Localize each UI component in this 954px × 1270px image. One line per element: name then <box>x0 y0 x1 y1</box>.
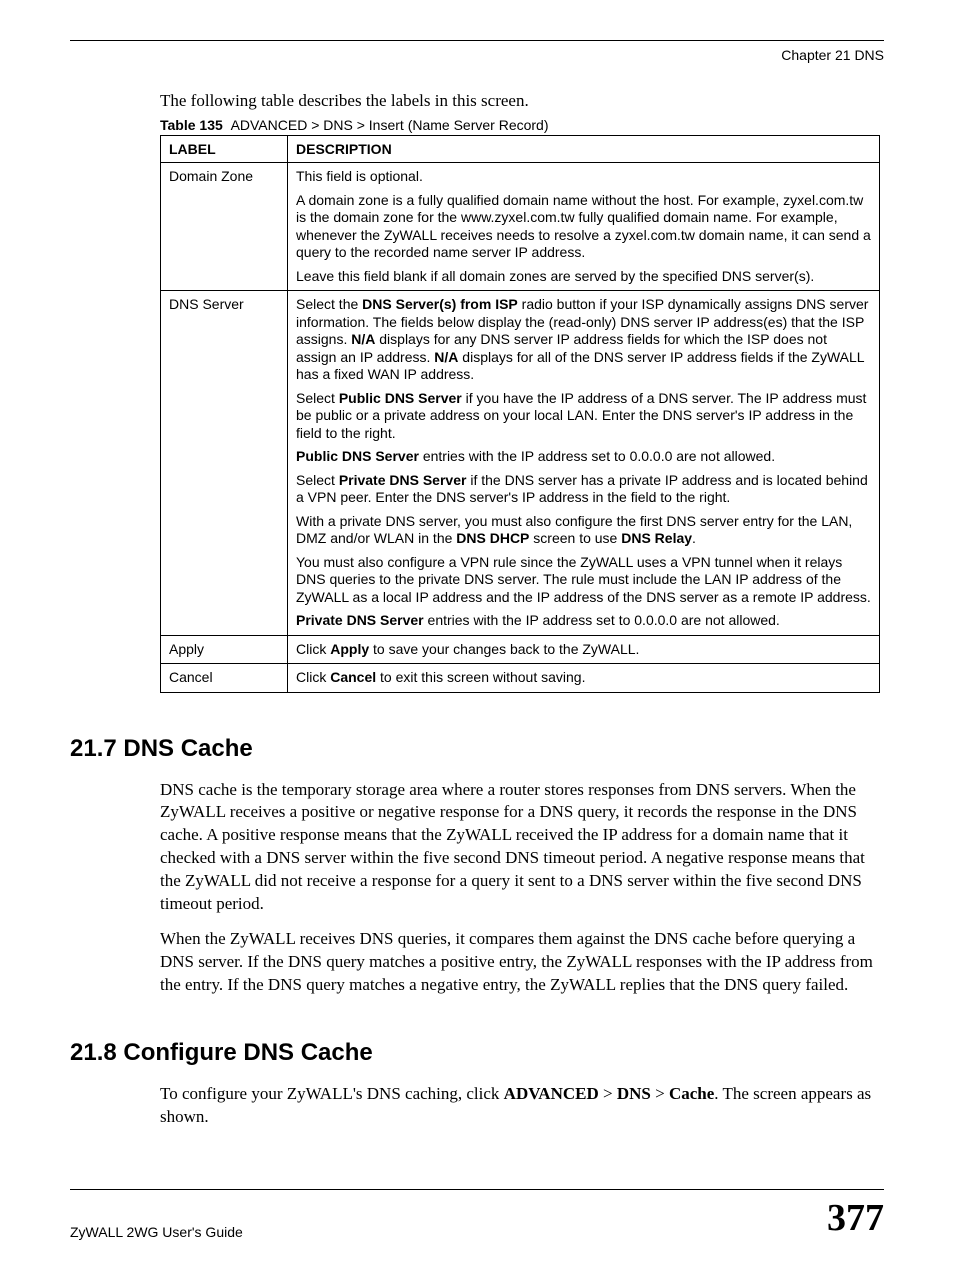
description-paragraph: This field is optional. <box>296 168 871 186</box>
label-cell: DNS Server <box>161 291 288 636</box>
label-cell: Cancel <box>161 664 288 693</box>
table-caption: Table 135 ADVANCED > DNS > Insert (Name … <box>160 117 884 133</box>
description-paragraph: Click Apply to save your changes back to… <box>296 641 871 659</box>
description-paragraph: A domain zone is a fully qualified domai… <box>296 192 871 262</box>
params-table: LABEL DESCRIPTION Domain ZoneThis field … <box>160 135 880 693</box>
description-cell: Select the DNS Server(s) from ISP radio … <box>288 291 880 636</box>
body-paragraph: When the ZyWALL receives DNS queries, it… <box>160 928 880 997</box>
description-paragraph: Private DNS Server entries with the IP a… <box>296 612 871 630</box>
table-title: ADVANCED > DNS > Insert (Name Server Rec… <box>231 117 549 133</box>
th-label: LABEL <box>161 136 288 163</box>
body-paragraph: DNS cache is the temporary storage area … <box>160 779 880 917</box>
description-paragraph: Select the DNS Server(s) from ISP radio … <box>296 296 871 384</box>
footer-page-number: 377 <box>827 1196 884 1240</box>
description-cell: Click Cancel to exit this screen without… <box>288 664 880 693</box>
section-heading-21-8: 21.8 Configure DNS Cache <box>70 1039 884 1067</box>
section-heading-21-7: 21.7 DNS Cache <box>70 735 884 763</box>
intro-text: The following table describes the labels… <box>160 91 884 111</box>
label-cell: Domain Zone <box>161 163 288 291</box>
description-paragraph: Click Cancel to exit this screen without… <box>296 669 871 687</box>
table-row: Cancel Click Cancel to exit this screen w… <box>161 664 880 693</box>
table-header-row: LABEL DESCRIPTION <box>161 136 880 163</box>
footer-guide-name: ZyWALL 2WG User's Guide <box>70 1224 243 1240</box>
description-cell: This field is optional. A domain zone is … <box>288 163 880 291</box>
table-row: Apply Click Apply to save your changes ba… <box>161 635 880 664</box>
document-page: Chapter 21 DNS The following table descr… <box>0 0 954 1270</box>
description-paragraph: Leave this field blank if all domain zon… <box>296 268 871 286</box>
description-paragraph: You must also configure a VPN rule since… <box>296 554 871 607</box>
description-paragraph: Public DNS Server entries with the IP ad… <box>296 448 871 466</box>
header-rule <box>70 40 884 41</box>
description-paragraph: With a private DNS server, you must also… <box>296 513 871 548</box>
description-paragraph: Select Public DNS Server if you have the… <box>296 390 871 443</box>
label-cell: Apply <box>161 635 288 664</box>
description-cell: Click Apply to save your changes back to… <box>288 635 880 664</box>
description-paragraph: Select Private DNS Server if the DNS ser… <box>296 472 871 507</box>
body-paragraph: To configure your ZyWALL's DNS caching, … <box>160 1083 880 1129</box>
table-row: DNS ServerSelect the DNS Server(s) from … <box>161 291 880 636</box>
page-footer: ZyWALL 2WG User's Guide 377 <box>70 1189 884 1240</box>
table-row: Domain Zone This field is optional. A doma… <box>161 163 880 291</box>
th-description: DESCRIPTION <box>288 136 880 163</box>
chapter-header: Chapter 21 DNS <box>70 47 884 63</box>
table-number: Table 135 <box>160 117 223 133</box>
